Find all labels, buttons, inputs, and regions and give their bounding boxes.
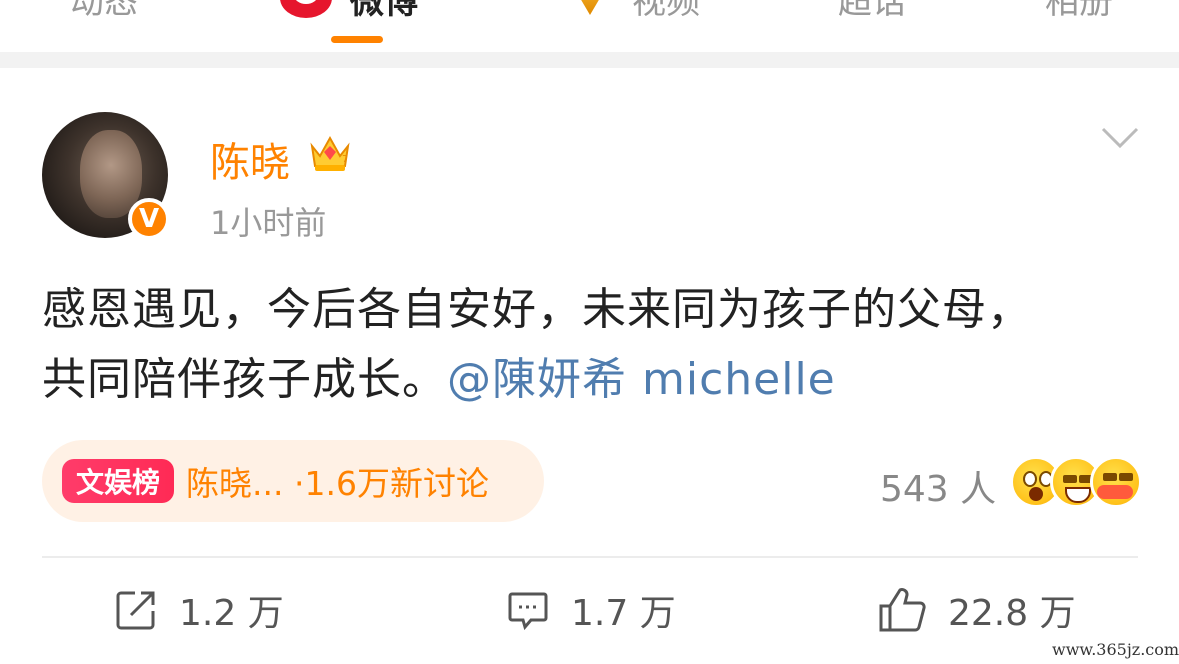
comment-button[interactable]: 1.7 万: [507, 585, 676, 635]
watermark: www.365jz.com: [1052, 640, 1179, 659]
tab-dynamics[interactable]: 动态: [70, 0, 138, 22]
tab-weibo[interactable]: 微博: [280, 0, 418, 22]
username[interactable]: 陈晓: [210, 130, 290, 188]
hot-topic-chip[interactable]: 文娱榜 陈晓... ·1.6万新讨论: [42, 440, 544, 522]
tab-supertopic[interactable]: 超话: [838, 0, 906, 22]
action-divider: [42, 556, 1138, 558]
profile-tab-bar: 动态 微博 视频 超话 相册: [0, 0, 1179, 52]
tab-video[interactable]: 视频: [570, 0, 700, 22]
topic-ranking-tag: 文娱榜: [62, 459, 175, 503]
thumbs-up-icon: [879, 588, 926, 632]
like-button[interactable]: 22.8 万: [878, 585, 1076, 635]
tab-album-label: 相册: [1045, 0, 1113, 22]
topic-text: 陈晓... ·1.6万新讨论: [186, 464, 489, 503]
post-text-line-1: 感恩遇见，今后各自安好，未来同为孩子的父母，: [42, 284, 1032, 335]
svg-text:7: 7: [342, 154, 348, 165]
repost-icon: [116, 591, 155, 630]
reaction-count[interactable]: 543 人: [880, 460, 996, 512]
comment-count: 1.7 万: [571, 593, 676, 634]
active-tab-indicator: [331, 36, 383, 43]
video-icon: [570, 0, 610, 15]
post-time: 1小时前: [210, 204, 327, 242]
tab-album[interactable]: 相册: [1045, 0, 1113, 22]
like-count: 22.8 万: [948, 593, 1076, 634]
repost-count: 1.2 万: [179, 593, 284, 634]
comment-icon: [508, 592, 548, 631]
post-text-line-2-content: 共同陪伴孩子成长。: [42, 354, 447, 405]
tab-weibo-label: 微博: [350, 0, 418, 22]
repost-button[interactable]: 1.2 万: [115, 585, 284, 635]
mention-link[interactable]: @陳妍希 michelle: [447, 354, 836, 405]
weibo-logo-icon: [280, 0, 332, 18]
tab-video-label: 视频: [632, 0, 700, 22]
section-separator: [0, 52, 1179, 68]
hug-emoji-icon: [1090, 456, 1142, 508]
post-body: 感恩遇见，今后各自安好，未来同为孩子的父母， 共同陪伴孩子成长。@陳妍希 mic…: [42, 275, 1142, 415]
chevron-down-icon[interactable]: [1100, 124, 1140, 152]
post-text-line-2: 共同陪伴孩子成长。@陳妍希 michelle: [42, 345, 1142, 415]
tab-supertopic-label: 超话: [838, 0, 906, 22]
crown-icon: 7: [310, 135, 350, 171]
tab-dynamics-label: 动态: [70, 0, 138, 22]
verified-badge-icon: V: [128, 198, 170, 240]
